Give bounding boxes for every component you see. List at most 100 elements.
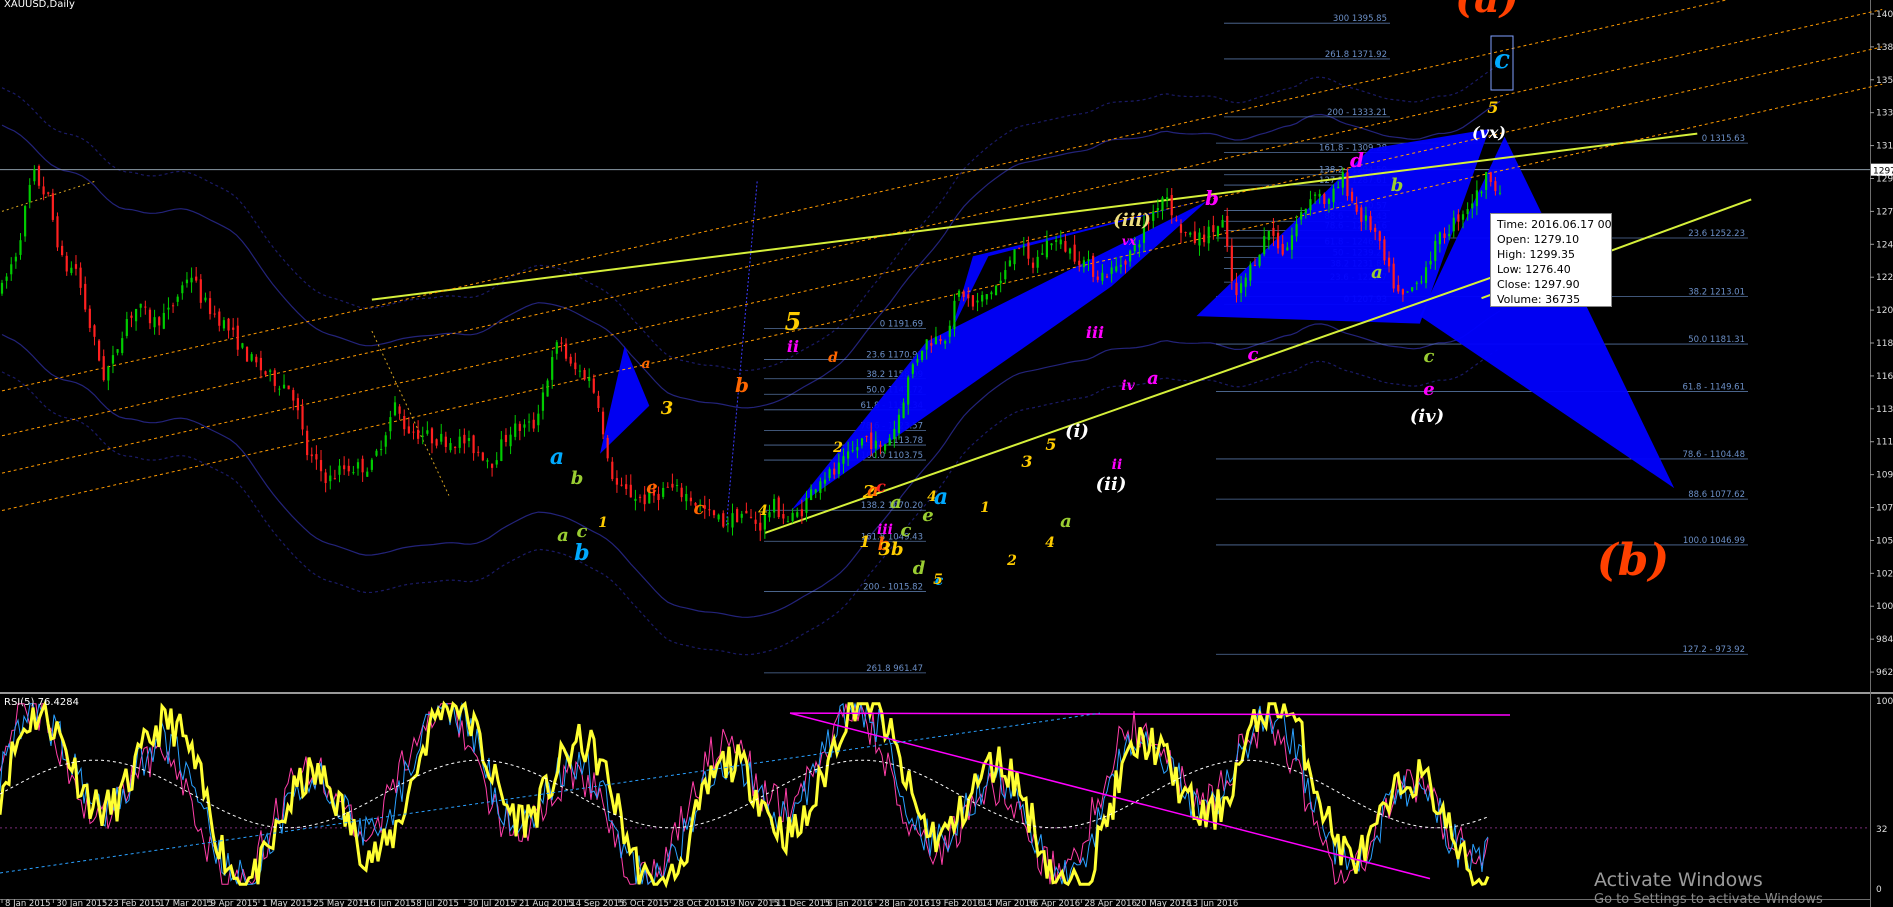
bull-candle [981,295,984,302]
bull-candle [269,370,272,372]
bear-candle [620,484,623,486]
rsi-line [0,698,1490,889]
bull-candle [1045,240,1049,258]
bull-candle [107,367,110,381]
bull-candle [976,300,979,303]
bull-candle [1424,267,1428,284]
bear-candle [130,315,133,318]
wave-label: a [934,484,948,510]
wave-label: a [1147,368,1159,389]
wave-label: iv [1121,378,1135,394]
bull-candle [125,319,128,336]
rsi-panel: 100 32 0 [0,697,1893,895]
bull-candle [250,354,253,361]
bull-candle [916,358,919,363]
price-tick-label: 1226 [1876,273,1893,283]
date-label: 14 Mar 2016 [982,899,1036,907]
wave-label: e [646,477,657,498]
bear-candle [74,264,78,269]
bull-candle [1258,254,1261,266]
bear-candle [403,415,406,430]
date-label: 8 Jul 2015 [416,899,459,907]
bear-candle [315,454,318,460]
bear-candle [749,516,753,518]
bull-candle [527,421,531,423]
bull-candle [675,484,679,486]
bull-candle [1022,246,1025,248]
rsi-moving-average [0,759,1489,829]
date-label: 19 Nov 2015 [725,899,779,907]
bear-candle [333,478,336,480]
bull-candle [953,300,956,330]
bear-candle [195,276,198,281]
chart-canvas[interactable]: 300 1395.85 261.8 1371.92 200 - 1333.21 1 61… [0,0,1893,907]
ohlc-high: High: 1299.35 [1497,248,1575,261]
bear-candle [481,452,484,461]
bear-candle [453,447,457,449]
bear-candle [51,193,54,220]
bear-candle [319,460,323,472]
harmonic-patterns [600,129,1675,511]
wave-label: c [1494,45,1510,75]
bear-candle [1226,215,1229,247]
bear-candle [1281,243,1284,255]
bear-candle [79,267,82,288]
bear-candle [264,371,267,375]
bear-candle [1355,204,1358,212]
wave-label: 5 [1045,435,1056,454]
bull-candle [948,325,951,337]
bull-candle [1429,261,1432,265]
date-label: 1 May 2015 [262,899,312,907]
ohlc-low: Low: 1276.40 [1497,263,1571,276]
bull-candle [393,402,397,416]
bear-candle [310,454,313,457]
bear-candle [444,436,447,447]
bear-candle [102,356,105,381]
bear-candle [208,298,212,315]
bear-candle [611,461,614,480]
bull-candle [1008,260,1012,267]
bull-candle [907,377,910,405]
bear-candle [301,406,304,430]
bear-candle [962,291,965,298]
fib-3-label: 23.6 1252.23 [1688,229,1745,239]
wave-label: ii [1112,457,1123,473]
bear-candle [569,356,572,364]
bull-candle [999,280,1002,284]
wave-label: d [1350,148,1364,172]
bull-candle [555,342,558,354]
bull-candle [1452,217,1455,232]
bear-candle [1253,265,1257,267]
wave-label: 5 [785,307,802,336]
wave-label: a [550,444,564,470]
bull-candle [181,285,184,294]
bull-candle [740,513,743,518]
wave-label: b [574,540,589,566]
date-label: 6 Jan 2016 [827,899,873,907]
bull-candle [33,169,36,182]
price-tick-label: 1182 [1876,339,1893,349]
bull-candle [1036,256,1039,268]
bull-candle [1216,226,1220,237]
bull-candle [990,292,993,295]
bear-candle [574,362,577,370]
bear-candle [324,472,327,484]
bull-candle [874,440,877,449]
bull-candle [1438,232,1441,245]
bull-candle [338,465,341,475]
bear-candle [1350,191,1354,202]
bull-candle [588,377,591,381]
wave-label: (iv) [1410,406,1444,427]
bear-candle [680,487,683,498]
bear-candle [84,283,87,310]
bear-candle [1078,260,1081,266]
bull-candle [121,338,124,353]
bear-candle [1235,282,1238,296]
bear-candle [472,435,475,454]
bull-candle [176,296,179,302]
bear-candle [1346,172,1349,197]
bull-candle [458,436,461,448]
bull-candle [828,469,831,479]
bear-candle [1184,231,1187,233]
bull-candle [1110,267,1113,274]
